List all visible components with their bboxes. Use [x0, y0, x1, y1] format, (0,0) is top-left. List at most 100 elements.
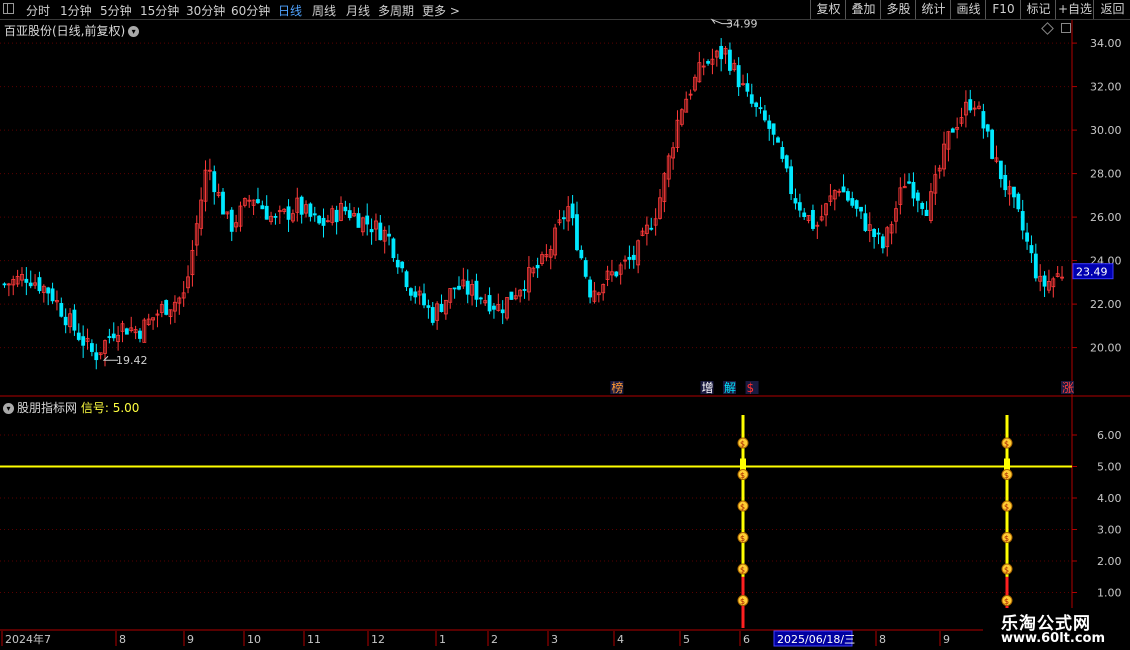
date-axis: 2024年7 8 9 10 11 12 1 2 3 4 5 6 8 92025/06/18/三 — [1, 630, 950, 647]
candle-body — [334, 209, 339, 223]
candle-body — [50, 288, 55, 302]
candle-body — [1016, 193, 1021, 210]
date-tick-label: 11 — [307, 633, 321, 646]
candle-body — [745, 83, 750, 92]
money-bag-glyph: $ — [1004, 534, 1009, 543]
candle-body — [570, 203, 575, 219]
candle-body — [221, 191, 225, 215]
candle-body — [789, 166, 793, 195]
candle-body — [308, 203, 313, 217]
candle-body — [28, 282, 33, 287]
indicator-tick-label: 4.00 — [1097, 492, 1122, 505]
panel-toggle-icon[interactable] — [1061, 23, 1071, 33]
candle-body — [369, 229, 374, 233]
candle-body — [780, 147, 785, 159]
candle-body — [1029, 245, 1034, 254]
high-price-label: 34.99 — [726, 18, 758, 31]
candle-body — [968, 99, 973, 111]
main-chart-title[interactable]: 百亚股份(日线,前复权) ▾ — [4, 22, 140, 39]
candle-body — [876, 232, 881, 235]
candle-body — [107, 336, 112, 338]
date-tick-label: 6 — [743, 633, 750, 646]
candle-body — [784, 155, 789, 169]
candle-body — [356, 213, 361, 228]
money-bag-glyph: $ — [740, 534, 745, 543]
last-price-label: 23.49 — [1076, 266, 1108, 279]
candle-body — [138, 330, 142, 339]
candle-body — [767, 120, 772, 129]
candle-body — [924, 209, 929, 217]
candle-body — [229, 209, 234, 232]
candle-body — [793, 198, 798, 204]
candle-body — [1033, 253, 1038, 279]
candle-body — [264, 205, 269, 220]
candle-body — [841, 186, 846, 193]
candle-body — [312, 213, 317, 216]
candle-body — [478, 297, 483, 300]
candle-body — [509, 291, 514, 300]
date-tick-label: 12 — [371, 633, 385, 646]
date-tick-label: 9 — [187, 633, 194, 646]
event-marker: $ — [747, 381, 755, 395]
candle-body — [911, 181, 916, 199]
low-price-label: 19.42 — [116, 354, 148, 367]
candle-body — [535, 264, 540, 269]
candle-body — [920, 202, 925, 209]
indicator-tick-label: 5.00 — [1097, 461, 1122, 474]
candle-body — [299, 196, 304, 215]
candle-body — [588, 279, 592, 298]
candle-body — [950, 128, 955, 133]
candle-body — [981, 111, 986, 129]
candle-body — [260, 205, 265, 210]
candle-body — [286, 206, 291, 220]
candle-body — [343, 206, 348, 212]
candle-body — [395, 259, 400, 268]
date-tick-label: 5 — [683, 633, 690, 646]
candle-body — [706, 61, 710, 64]
candle-body — [59, 303, 64, 317]
candle-body — [409, 288, 413, 296]
candle-body — [749, 94, 754, 104]
date-tick-label: 9 — [943, 633, 950, 646]
candle-body — [850, 198, 855, 206]
watermark-url: www.60lt.com — [1001, 631, 1106, 646]
money-bag-glyph: $ — [1004, 503, 1009, 512]
date-tick-label: 8 — [119, 633, 126, 646]
chevron-down-icon[interactable]: ▾ — [3, 403, 14, 414]
money-bag-glyph: $ — [1004, 471, 1009, 480]
candle-body — [347, 210, 352, 219]
date-tick-label: 8 — [879, 633, 886, 646]
candle-body — [90, 343, 94, 352]
candle-body — [583, 260, 588, 277]
candle-body — [164, 300, 169, 315]
candle-body — [575, 214, 579, 251]
indicator-title[interactable]: ▾ 股朋指标网 信号: 5.00 — [3, 399, 139, 416]
candle-body — [797, 202, 802, 211]
stock-title: 百亚股份(日线,前复权) — [4, 24, 126, 38]
candle-body — [522, 289, 527, 291]
price-axis: 34.0032.0030.0028.0026.0024.0022.0020.00… — [1072, 37, 1122, 600]
candle-body — [627, 256, 632, 260]
candle-body — [124, 328, 129, 335]
chevron-down-icon[interactable]: ▾ — [128, 26, 140, 37]
candle-body — [802, 212, 807, 218]
date-tick-label: 2024年7 — [5, 632, 51, 646]
indicator-tick-label: 6.00 — [1097, 429, 1122, 442]
candle-body — [76, 332, 81, 340]
date-tick-label: 3 — [551, 633, 558, 646]
event-marker: 解 — [724, 381, 736, 395]
candle-body — [37, 277, 42, 292]
candle-body — [776, 137, 780, 143]
candle-body — [487, 295, 492, 312]
signal-value: 信号: 5.00 — [80, 401, 140, 415]
money-bag-glyph: $ — [740, 471, 745, 480]
money-bag-glyph: $ — [740, 440, 745, 449]
candle-body — [400, 261, 405, 269]
candle-body — [256, 199, 260, 204]
candle-body — [1003, 174, 1008, 191]
candle-body — [474, 280, 479, 300]
candle-body — [457, 285, 461, 290]
candle-body — [863, 213, 868, 231]
candle-body — [736, 65, 741, 88]
chart-canvas[interactable]: 34.0032.0030.0028.0026.0024.0022.0020.00… — [0, 0, 1130, 650]
